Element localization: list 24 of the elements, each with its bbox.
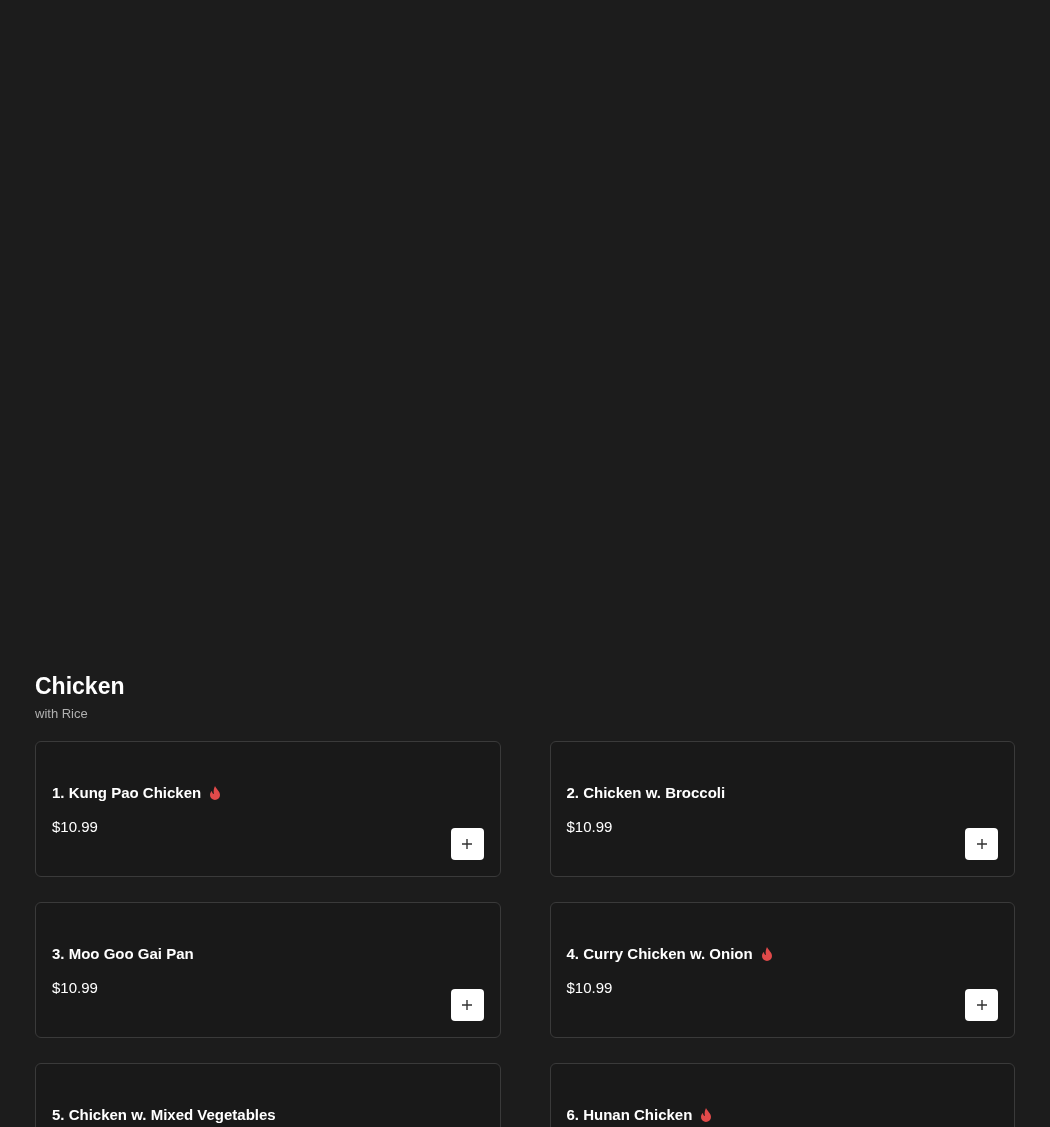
section-title: Chicken	[35, 672, 126, 701]
item-price: $10.99	[52, 978, 99, 998]
item-name: 6. Hunan Chicken	[566, 1104, 693, 1125]
item-name: 1. Kung Pao Chicken	[52, 782, 202, 803]
menu-item-card[interactable]: 5. Chicken w. Mixed Vegetables	[35, 1063, 501, 1127]
plus-icon	[462, 1000, 472, 1010]
add-button[interactable]	[450, 989, 484, 1021]
plus-icon	[976, 839, 987, 849]
item-name: 3. Moo Goo Gai Pan	[52, 943, 194, 964]
menu-item-card[interactable]: 3. Moo Goo Gai Pan $10.99	[35, 902, 501, 1038]
item-price: $10.99	[52, 817, 99, 837]
menu-item-card[interactable]: 1. Kung Pao Chicken $10.99	[35, 741, 501, 877]
plus-icon	[976, 1000, 987, 1010]
menu-item-card[interactable]: 6. Hunan Chicken	[549, 1063, 1015, 1127]
item-name: 4. Curry Chicken w. Onion	[566, 943, 753, 964]
plus-icon	[462, 839, 472, 849]
menu-item-card[interactable]: 2. Chicken w. Broccoli $10.99	[549, 741, 1015, 877]
add-button[interactable]	[450, 828, 484, 860]
item-price: $10.99	[566, 817, 614, 837]
item-name: 5. Chicken w. Mixed Vegetables	[52, 1104, 276, 1125]
section-subtitle: with Rice	[35, 705, 89, 723]
item-price: $10.99	[566, 978, 614, 998]
menu-item-card[interactable]: 4. Curry Chicken w. Onion $10.99	[549, 902, 1015, 1038]
item-name: 2. Chicken w. Broccoli	[566, 782, 726, 803]
